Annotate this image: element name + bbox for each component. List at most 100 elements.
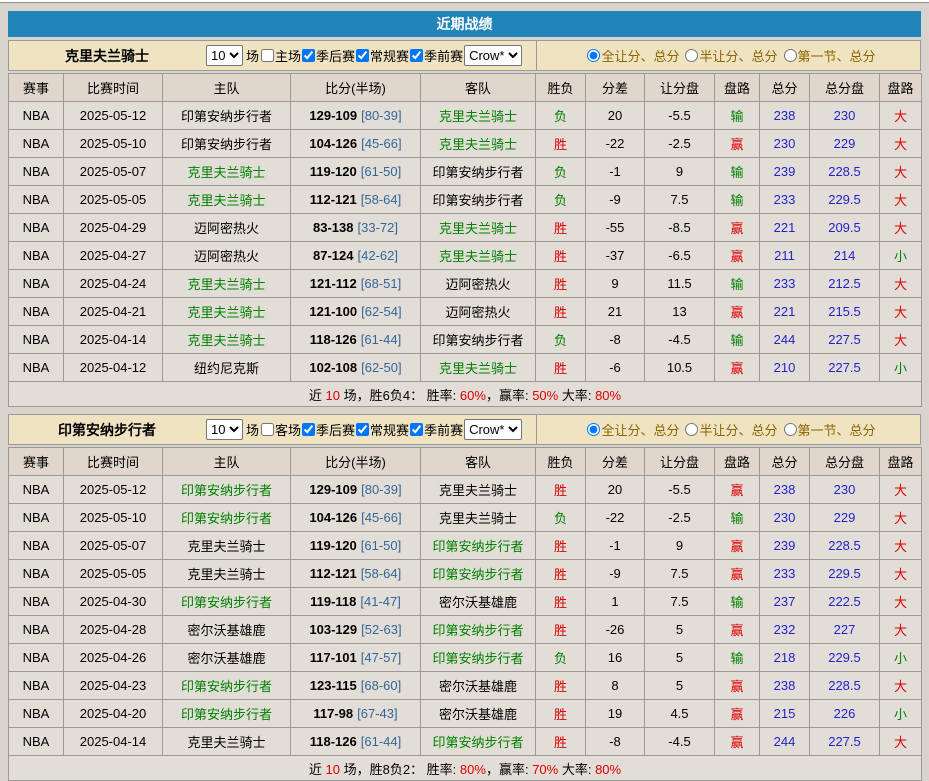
cell-score: 87-124[42-62] — [291, 242, 421, 270]
cell-league: NBA — [9, 588, 64, 616]
cell-result: 胜 — [536, 588, 586, 616]
季前赛-checkbox[interactable] — [410, 423, 423, 436]
季前赛-checkbox[interactable] — [410, 49, 423, 62]
cell-handicap-result: 输 — [715, 186, 760, 214]
cell-score: 123-115[68-60] — [291, 672, 421, 700]
filter-bar: 印第安纳步行者 10 场 客场季后赛常规赛季前赛 Crow* 全让分、总分半让分… — [8, 414, 921, 445]
checkbox-label: 客场 — [275, 420, 301, 439]
季后赛-checkbox[interactable] — [302, 49, 315, 62]
cell-score: 112-121[58-64] — [291, 560, 421, 588]
cell-away-team: 密尔沃基雄鹿 — [421, 588, 536, 616]
cell-date: 2025-05-07 — [64, 158, 163, 186]
cell-date: 2025-04-24 — [64, 270, 163, 298]
cell-handicap-result: 输 — [715, 504, 760, 532]
bookmaker-select[interactable]: Crow* — [464, 45, 522, 66]
cell-over-under: 大 — [880, 130, 922, 158]
cell-over-under: 大 — [880, 504, 922, 532]
cell-handicap-result: 输 — [715, 102, 760, 130]
cell-handicap-result: 输 — [715, 158, 760, 186]
column-header: 胜负 — [536, 448, 586, 476]
cell-handicap-line: -4.5 — [645, 326, 715, 354]
cell-home-team: 迈阿密热火 — [163, 214, 291, 242]
bookmaker-select[interactable]: Crow* — [464, 419, 522, 440]
game-row: NBA2025-05-12印第安纳步行者129-109[80-39]克里夫兰骑士… — [9, 102, 922, 130]
cell-home-team: 克里夫兰骑士 — [163, 532, 291, 560]
cell-over-under: 大 — [880, 616, 922, 644]
cell-total-points: 215 — [760, 700, 810, 728]
team-name: 印第安纳步行者 — [9, 420, 205, 440]
cell-handicap-result: 输 — [715, 326, 760, 354]
客场-checkbox[interactable] — [261, 423, 274, 436]
常规赛-checkbox[interactable] — [356, 423, 369, 436]
cell-point-diff: 8 — [586, 672, 645, 700]
filter-left: 印第安纳步行者 10 场 客场季后赛常规赛季前赛 Crow* — [9, 415, 536, 444]
column-header: 客队 — [421, 74, 536, 102]
cell-handicap-result: 输 — [715, 644, 760, 672]
radio-全让分、总分[interactable] — [587, 423, 600, 436]
cell-point-diff: 16 — [586, 644, 645, 672]
checkbox-label: 季前赛 — [424, 420, 463, 439]
cell-away-team: 迈阿密热火 — [421, 270, 536, 298]
cell-result: 胜 — [536, 242, 586, 270]
cell-home-team: 印第安纳步行者 — [163, 700, 291, 728]
cell-total-line: 229.5 — [810, 644, 880, 672]
summary-segment: 10 — [326, 388, 340, 403]
cell-league: NBA — [9, 532, 64, 560]
cell-point-diff: -22 — [586, 504, 645, 532]
odds-mode-radios: 全让分、总分半让分、总分第一节、总分 — [536, 415, 920, 444]
column-header: 客队 — [421, 448, 536, 476]
radio-第一节、总分[interactable] — [784, 49, 797, 62]
cell-handicap-result: 赢 — [715, 214, 760, 242]
cell-total-points: 239 — [760, 532, 810, 560]
常规赛-checkbox[interactable] — [356, 49, 369, 62]
cell-handicap-line: 5 — [645, 616, 715, 644]
cell-over-under: 大 — [880, 672, 922, 700]
cell-total-line: 230 — [810, 476, 880, 504]
column-header: 比赛时间 — [64, 448, 163, 476]
games-count-select[interactable]: 10 — [206, 45, 243, 66]
summary-segment: 10 — [326, 762, 340, 777]
cell-score: 112-121[58-64] — [291, 186, 421, 214]
radio-半让分、总分[interactable] — [685, 423, 698, 436]
summary-row: 近 10 场，胜6负4： 胜率: 60%，赢率: 50% 大率: 80% — [9, 382, 922, 407]
games-count-select[interactable]: 10 — [206, 419, 243, 440]
radio-全让分、总分[interactable] — [587, 49, 600, 62]
cell-league: NBA — [9, 158, 64, 186]
cell-handicap-line: -2.5 — [645, 130, 715, 158]
cell-total-line: 215.5 — [810, 298, 880, 326]
cell-home-team: 印第安纳步行者 — [163, 588, 291, 616]
section-cavaliers: 克里夫兰骑士 10 场 主场季后赛常规赛季前赛 Crow* 全让分、总分半让分、… — [8, 40, 921, 407]
cell-score: 103-129[52-63] — [291, 616, 421, 644]
cell-handicap-result: 输 — [715, 588, 760, 616]
cell-away-team: 密尔沃基雄鹿 — [421, 672, 536, 700]
cell-over-under: 大 — [880, 186, 922, 214]
checkbox-label: 常规赛 — [370, 46, 409, 65]
季后赛-checkbox[interactable] — [302, 423, 315, 436]
cell-handicap-result: 赢 — [715, 616, 760, 644]
column-header: 胜负 — [536, 74, 586, 102]
主场-checkbox[interactable] — [261, 49, 274, 62]
summary-row: 近 10 场，胜8负2： 胜率: 80%，赢率: 70% 大率: 80% — [9, 756, 922, 781]
cell-total-points: 238 — [760, 102, 810, 130]
game-row: NBA2025-05-05克里夫兰骑士112-121[58-64]印第安纳步行者… — [9, 186, 922, 214]
summary-text: 近 10 场，胜8负2： 胜率: 80%，赢率: 70% 大率: 80% — [9, 756, 922, 781]
venue-season-checkboxes: 客场季后赛常规赛季前赛 — [260, 420, 463, 439]
radio-第一节、总分[interactable] — [784, 423, 797, 436]
summary-segment: ，赢率: — [486, 388, 532, 403]
cell-score: 118-126[61-44] — [291, 728, 421, 756]
checkbox-label: 常规赛 — [370, 420, 409, 439]
cell-over-under: 小 — [880, 700, 922, 728]
cell-point-diff: -55 — [586, 214, 645, 242]
cell-away-team: 克里夫兰骑士 — [421, 130, 536, 158]
cell-result: 胜 — [536, 532, 586, 560]
column-header: 让分盘 — [645, 448, 715, 476]
cell-point-diff: -8 — [586, 326, 645, 354]
cell-over-under: 大 — [880, 102, 922, 130]
cell-league: NBA — [9, 242, 64, 270]
cell-result: 胜 — [536, 700, 586, 728]
cell-handicap-result: 赢 — [715, 560, 760, 588]
cell-result: 负 — [536, 102, 586, 130]
radio-半让分、总分[interactable] — [685, 49, 698, 62]
cell-league: NBA — [9, 102, 64, 130]
cell-over-under: 大 — [880, 532, 922, 560]
